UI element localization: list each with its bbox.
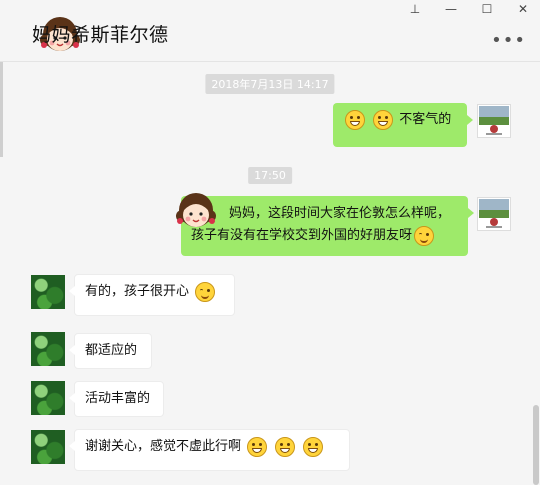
contact-avatar[interactable]	[31, 332, 65, 366]
avatar-sky	[479, 199, 509, 210]
grinning-face-emoji-icon	[345, 109, 365, 130]
message-bubble-sent[interactable]: 不客气的	[333, 103, 473, 147]
message-bubble-received[interactable]: 都适应的	[69, 333, 152, 369]
contact-avatar[interactable]	[31, 430, 65, 464]
message-text: 谢谢关心，感觉不虚此行啊	[85, 439, 242, 454]
more-options-icon[interactable]: •••	[491, 30, 526, 51]
avatar-grass	[479, 210, 509, 218]
timestamp: 17:50	[248, 167, 292, 184]
maximize-button[interactable]: ☐	[480, 2, 494, 16]
message-bubble-received[interactable]: 活动丰富的	[69, 381, 164, 417]
left-edge-divider	[0, 62, 3, 157]
grinning-face-emoji-icon	[373, 109, 394, 130]
message-bubble-received[interactable]: 有的，孩子很开心	[69, 274, 235, 316]
smiling-face-emoji-icon	[195, 281, 216, 302]
chat-scrollbar[interactable]	[533, 405, 539, 485]
my-avatar[interactable]	[477, 104, 511, 138]
window-controls: ⊥ — ☐ ✕	[408, 2, 530, 16]
contact-avatar[interactable]	[31, 381, 65, 415]
cartoon-girl-icon	[176, 193, 216, 227]
contact-avatar[interactable]	[31, 275, 65, 309]
message-text: 都适应的	[85, 343, 138, 358]
my-avatar[interactable]	[477, 197, 511, 231]
grinning-face-emoji-icon	[275, 436, 296, 457]
avatar-sky	[479, 106, 509, 117]
avatar-grass	[479, 117, 509, 125]
message-text-line: 孩子有没有在学校交到外国的好朋友呀	[191, 225, 458, 247]
school-logo-icon	[490, 125, 498, 133]
grinning-face-emoji-icon	[303, 436, 324, 457]
school-logo-icon	[490, 218, 498, 226]
message-text: 不客气的	[399, 112, 452, 127]
message-text-line: 妈妈，这段时间大家在伦敦怎么样呢，	[229, 206, 451, 221]
chat-title: 妈妈希斯菲尔德	[32, 24, 169, 46]
chat-header: 妈妈希斯菲尔德 ⊥ — ☐ ✕ •••	[0, 0, 540, 62]
avatar-caption-line	[486, 133, 502, 135]
message-text: 活动丰富的	[85, 391, 151, 406]
message-text: 有的，孩子很开心	[85, 284, 190, 299]
avatar-caption-line	[486, 226, 502, 228]
timestamp: 2018年7月13日 14:17	[205, 74, 335, 94]
grinning-face-emoji-icon	[247, 436, 268, 457]
pin-button[interactable]: ⊥	[408, 2, 422, 16]
smiling-face-emoji-icon	[414, 225, 435, 246]
message-bubble-received[interactable]: 谢谢关心，感觉不虚此行啊	[69, 429, 350, 471]
close-button[interactable]: ✕	[516, 2, 530, 16]
minimize-button[interactable]: —	[444, 2, 458, 16]
message-bubble-sent[interactable]: 妈妈，这段时间大家在伦敦怎么样呢， 孩子有没有在学校交到外国的好朋友呀	[181, 196, 474, 256]
